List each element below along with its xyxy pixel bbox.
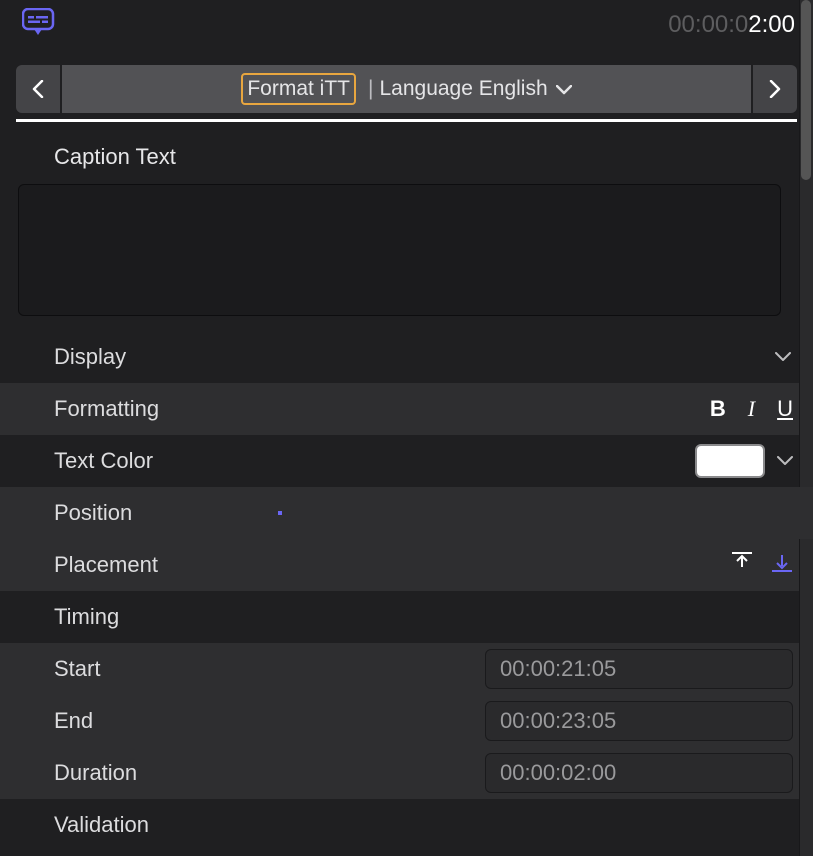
duration-row: Duration — [0, 747, 813, 799]
text-color-swatch[interactable] — [695, 444, 765, 478]
bold-button[interactable]: B — [710, 396, 726, 422]
vertical-scrollbar[interactable] — [799, 0, 813, 856]
validation-label: Validation — [54, 812, 149, 838]
scrollbar-thumb[interactable] — [801, 0, 811, 180]
start-row: Start — [0, 643, 813, 695]
end-time-input[interactable] — [485, 701, 793, 741]
timing-header-row: Timing — [0, 591, 813, 643]
position-label: Position — [54, 500, 132, 526]
header-timecode: 00:00:02:00 — [668, 11, 795, 39]
text-color-label: Text Color — [54, 448, 153, 474]
chevron-right-icon — [769, 80, 781, 98]
language-label: Language English — [379, 77, 547, 101]
end-row: End — [0, 695, 813, 747]
prev-caption-button[interactable] — [16, 65, 60, 113]
placement-top-button[interactable] — [731, 551, 753, 579]
text-color-row: Text Color — [0, 435, 813, 487]
align-bottom-icon — [771, 551, 793, 573]
duration-time-input[interactable] — [485, 753, 793, 793]
position-indicator-dot — [278, 511, 282, 515]
caption-text-section-label: Caption Text — [0, 122, 813, 184]
format-label: Format iTT — [241, 73, 356, 105]
align-top-icon — [731, 551, 753, 573]
caption-format-language-selector[interactable]: Format iTT | Language English — [62, 65, 751, 113]
end-label: End — [54, 708, 93, 734]
placement-row: Placement — [0, 539, 813, 591]
placement-bottom-button[interactable] — [771, 551, 793, 579]
chevron-down-icon — [775, 349, 793, 365]
separator: | — [368, 77, 373, 101]
position-row: Position — [0, 487, 813, 539]
caption-icon — [22, 8, 58, 41]
timing-label: Timing — [54, 604, 119, 630]
next-caption-button[interactable] — [753, 65, 797, 113]
chevron-down-icon[interactable] — [777, 453, 793, 469]
validation-header-row: Validation — [0, 799, 813, 851]
italic-button[interactable]: I — [748, 396, 755, 422]
chevron-down-icon — [556, 77, 572, 101]
display-header-row[interactable]: Display — [0, 331, 813, 383]
caption-text-input[interactable] — [18, 184, 781, 316]
chevron-left-icon — [32, 80, 44, 98]
placement-label: Placement — [54, 552, 158, 578]
formatting-row: Formatting B I U — [0, 383, 813, 435]
display-label: Display — [54, 344, 126, 370]
underline-button[interactable]: U — [777, 396, 793, 422]
start-time-input[interactable] — [485, 649, 793, 689]
formatting-label: Formatting — [54, 396, 159, 422]
duration-label: Duration — [54, 760, 137, 786]
start-label: Start — [54, 656, 100, 682]
